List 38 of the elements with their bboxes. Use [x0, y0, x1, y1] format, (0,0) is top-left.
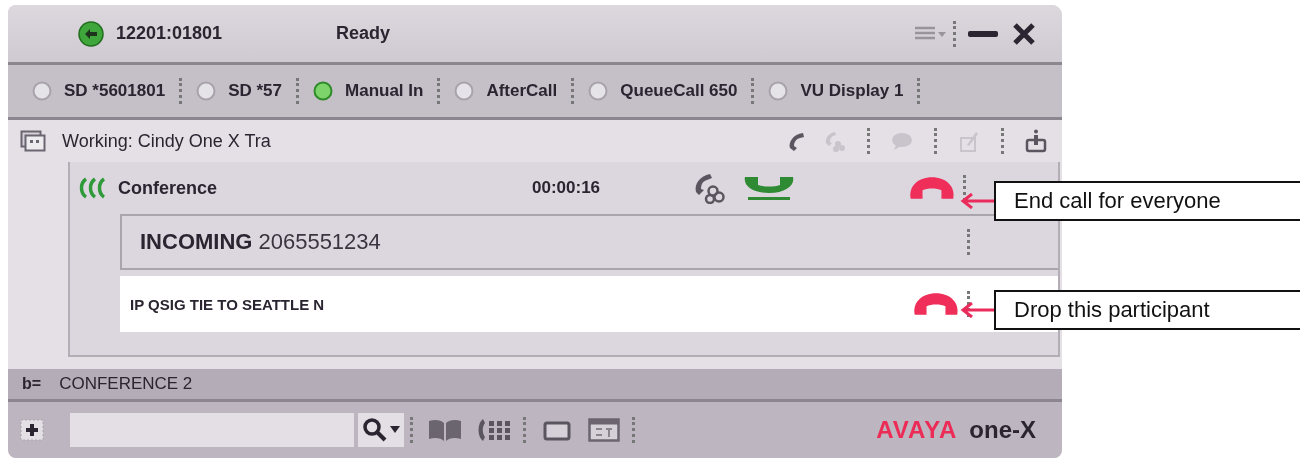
hang-up-icon[interactable] — [907, 175, 957, 201]
feature-button[interactable]: VU Display 1 — [758, 77, 914, 105]
search-field[interactable] — [70, 413, 354, 447]
search-button[interactable] — [358, 413, 404, 447]
calendar-icon[interactable] — [588, 418, 620, 442]
close-icon[interactable] — [1012, 22, 1036, 45]
arrow — [960, 193, 994, 209]
participant-label: INCOMING — [140, 229, 253, 255]
feature-button[interactable]: Manual In — [303, 77, 434, 105]
feature-button[interactable]: AfterCall — [444, 77, 568, 105]
add-icon[interactable] — [20, 419, 44, 441]
product-logo: one-X — [969, 416, 1036, 444]
agent-status: Ready — [336, 23, 392, 44]
feature-button[interactable]: SD *5601801 — [22, 77, 176, 105]
minimize-icon[interactable] — [968, 29, 998, 38]
info-icon[interactable] — [1024, 129, 1048, 153]
callout-label: End call for everyone — [994, 181, 1300, 221]
feature-button[interactable]: SD *57 — [186, 77, 292, 105]
caret-icon — [390, 426, 400, 434]
callout-label: Drop this participant — [994, 290, 1300, 330]
line-icon: b= — [22, 375, 42, 393]
hang-up-icon[interactable] — [911, 291, 961, 317]
participant-number: 2065551234 — [258, 229, 381, 255]
feature-button[interactable]: QueueCall 650 — [578, 77, 748, 105]
arrow — [960, 302, 994, 318]
participant-row[interactable]: INCOMING 2065551234 — [120, 214, 1058, 270]
line-label: CONFERENCE 2 — [59, 374, 193, 394]
book-icon[interactable] — [427, 417, 463, 443]
call-timer: 00:00:16 — [532, 178, 602, 198]
call-title: Conference — [118, 177, 219, 199]
menu-icon[interactable] — [915, 25, 947, 42]
extension-number: 12201:01801 — [116, 23, 224, 44]
work-item-label: Working: Cindy One X Tra — [62, 130, 272, 152]
search-icon — [362, 417, 388, 443]
work-item-icon — [20, 130, 46, 152]
brand-logo: AVAYA — [876, 416, 958, 444]
hold-icon[interactable] — [742, 175, 796, 201]
participant-label: IP QSIG TIE TO SEATTLE N — [130, 295, 325, 313]
